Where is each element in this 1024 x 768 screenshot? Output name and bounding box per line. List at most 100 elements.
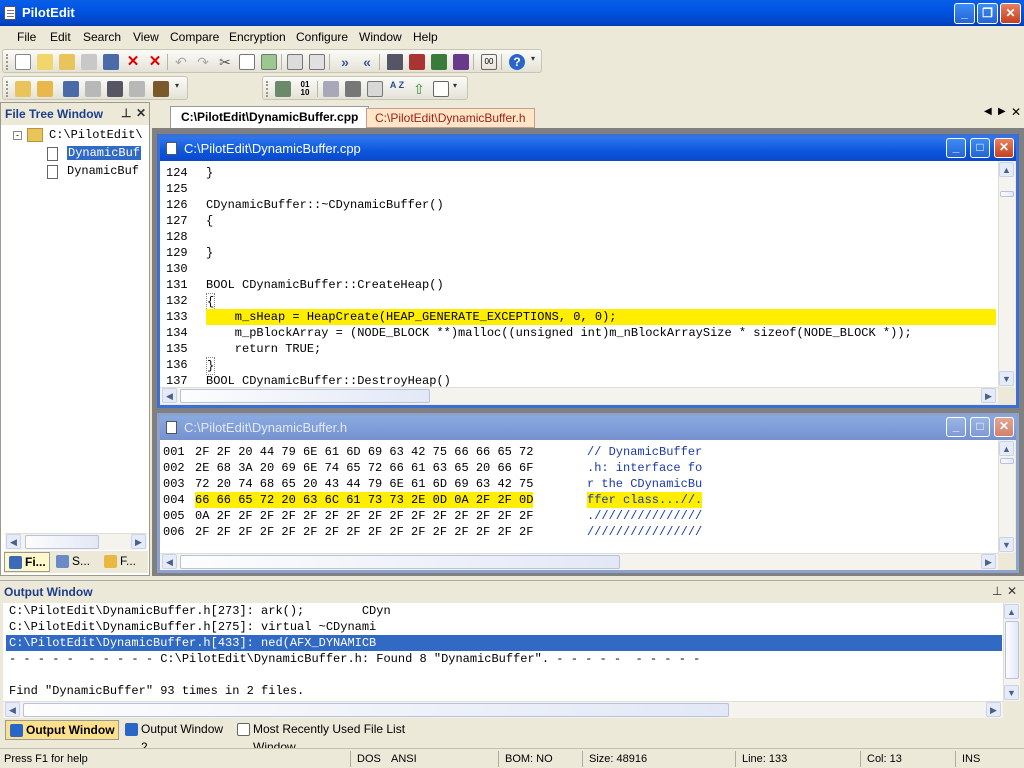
- unindent-icon[interactable]: «: [359, 54, 375, 70]
- scroll-thumb[interactable]: [23, 703, 729, 717]
- tab-prev-icon[interactable]: ◀: [984, 106, 992, 117]
- cut-icon[interactable]: ✂: [217, 54, 233, 70]
- tab-file-tree[interactable]: Fi...: [4, 552, 50, 572]
- pin-icon[interactable]: ⊥: [121, 106, 131, 120]
- toolbar-grip[interactable]: [266, 81, 269, 97]
- bookmark-icon[interactable]: [153, 81, 169, 97]
- print-icon[interactable]: [107, 81, 123, 97]
- menu-compare[interactable]: Compare: [170, 30, 219, 44]
- menu-search[interactable]: Search: [83, 30, 121, 44]
- folder-open-icon[interactable]: [15, 81, 31, 97]
- scroll-left-icon[interactable]: ◀: [162, 554, 177, 569]
- menu-configure[interactable]: Configure: [296, 30, 348, 44]
- output-list[interactable]: C:\PilotEdit\DynamicBuffer.h[273]: ark()…: [3, 603, 1003, 701]
- scroll-thumb[interactable]: [180, 389, 430, 403]
- child-minimize-button[interactable]: _: [946, 138, 966, 158]
- block-icon[interactable]: [367, 81, 383, 97]
- scroll-up-icon[interactable]: ▲: [999, 441, 1014, 456]
- tree-item[interactable]: DynamicBuf: [67, 164, 139, 178]
- scroll-down-icon[interactable]: ▼: [1004, 685, 1019, 700]
- toolbar-overflow-icon[interactable]: ▾: [175, 81, 183, 97]
- print-preview-icon[interactable]: [129, 81, 145, 97]
- merge-icon[interactable]: [431, 54, 447, 70]
- toolbar-grip[interactable]: [6, 54, 9, 70]
- undo-icon[interactable]: ↶: [173, 54, 189, 70]
- save-file-icon[interactable]: [63, 81, 79, 97]
- hex-view[interactable]: 001 2F 2F 20 44 79 6E 61 6D 69 63 42 75 6…: [160, 440, 998, 553]
- scroll-right-icon[interactable]: ▶: [131, 534, 146, 549]
- menu-window[interactable]: Window: [359, 30, 402, 44]
- child-maximize-button[interactable]: □: [970, 417, 990, 437]
- menu-edit[interactable]: Edit: [50, 30, 71, 44]
- clipboard-icon[interactable]: [309, 54, 325, 70]
- scroll-down-icon[interactable]: ▼: [999, 537, 1014, 552]
- toolbar-overflow-icon[interactable]: ▾: [531, 54, 539, 70]
- output-hscroll[interactable]: ◀ ▶: [3, 701, 1003, 718]
- scroll-thumb[interactable]: [25, 535, 99, 549]
- goto-icon[interactable]: [275, 81, 291, 97]
- settings-gear-icon[interactable]: [345, 81, 361, 97]
- window-list-icon[interactable]: [433, 81, 449, 97]
- folder-recent-icon[interactable]: [37, 81, 53, 97]
- tab-output-window-2[interactable]: Output Window 2: [121, 720, 231, 754]
- hex-vscroll[interactable]: ▲ ▼: [998, 440, 1015, 553]
- indent-icon[interactable]: »: [337, 54, 353, 70]
- hex-hscroll[interactable]: ◀ ▶: [160, 553, 998, 570]
- compare-icon[interactable]: [387, 54, 403, 70]
- tree-hscroll[interactable]: ◀ ▶: [5, 533, 147, 550]
- output-line[interactable]: Find "DynamicBuffer" 93 times in 2 files…: [9, 683, 304, 699]
- tab-close-icon[interactable]: ✕: [1011, 105, 1021, 119]
- save-disabled-icon[interactable]: [85, 81, 101, 97]
- child-minimize-button[interactable]: _: [946, 417, 966, 437]
- minimize-button[interactable]: _: [954, 3, 975, 24]
- menu-help[interactable]: Help: [413, 30, 438, 44]
- close-button[interactable]: ✕: [1000, 3, 1021, 24]
- output-line[interactable]: C:\PilotEdit\DynamicBuffer.h[275]: virtu…: [9, 619, 376, 635]
- scroll-right-icon[interactable]: ▶: [981, 554, 996, 569]
- close-file-icon[interactable]: ✕: [125, 54, 141, 70]
- open-recent-icon[interactable]: [59, 54, 75, 70]
- child-close-button[interactable]: ✕: [994, 138, 1014, 158]
- menu-encryption[interactable]: Encryption: [229, 30, 286, 44]
- menu-file[interactable]: File: [17, 30, 36, 44]
- redo-icon[interactable]: ↷: [195, 54, 211, 70]
- help-icon[interactable]: ?: [509, 54, 525, 70]
- pin-icon[interactable]: ⊥: [992, 584, 1002, 598]
- cpp-code-view[interactable]: 124} 125 126 CDynamicBuffer::~CDynamicBuf…: [160, 161, 998, 387]
- scroll-right-icon[interactable]: ▶: [986, 702, 1001, 717]
- compare-diff-icon[interactable]: [409, 54, 425, 70]
- collapse-toggle-icon[interactable]: -: [13, 131, 22, 140]
- tree-item[interactable]: DynamicBuf: [67, 146, 142, 160]
- copy-icon[interactable]: [239, 54, 255, 70]
- sync-icon[interactable]: [453, 54, 469, 70]
- tab-dynamicbuffer-h[interactable]: C:\PilotEdit\DynamicBuffer.h: [366, 108, 535, 128]
- up-arrow-icon[interactable]: ⇧: [411, 81, 427, 97]
- output-vscroll[interactable]: ▲ ▼: [1003, 603, 1020, 701]
- tab-output-window[interactable]: Output Window: [5, 720, 119, 740]
- child-close-button[interactable]: ✕: [994, 417, 1014, 437]
- close-all-icon[interactable]: ✕: [147, 54, 163, 70]
- save-icon[interactable]: [81, 54, 97, 70]
- scroll-down-icon[interactable]: ▼: [999, 371, 1014, 386]
- scroll-thumb[interactable]: [1000, 191, 1014, 197]
- number-icon[interactable]: 01 10: [297, 81, 313, 97]
- tree-root[interactable]: C:\PilotEdit\: [49, 128, 143, 142]
- column-icon[interactable]: [323, 81, 339, 97]
- scroll-thumb[interactable]: [1000, 458, 1014, 464]
- output-line-selected[interactable]: C:\PilotEdit\DynamicBuffer.h[433]: ned(A…: [6, 635, 1002, 651]
- toolbar-overflow-icon[interactable]: ▾: [453, 81, 461, 97]
- scroll-left-icon[interactable]: ◀: [162, 388, 177, 403]
- cpp-hscroll[interactable]: ◀ ▶: [160, 387, 998, 404]
- hex-mode-icon[interactable]: 00: [481, 54, 497, 70]
- scroll-up-icon[interactable]: ▲: [1004, 604, 1019, 619]
- save-all-icon[interactable]: [103, 54, 119, 70]
- paste-icon[interactable]: [261, 54, 277, 70]
- sort-icon[interactable]: A Z: [389, 81, 405, 97]
- scroll-thumb[interactable]: [180, 555, 620, 569]
- new-file-icon[interactable]: [15, 54, 31, 70]
- panel-close-icon[interactable]: ✕: [136, 106, 146, 120]
- toolbar-grip[interactable]: [6, 81, 9, 97]
- tab-mru-file-list[interactable]: Most Recently Used File List Window: [233, 720, 433, 754]
- menu-view[interactable]: View: [133, 30, 159, 44]
- tab-dynamicbuffer-cpp[interactable]: C:\PilotEdit\DynamicBuffer.cpp: [170, 106, 370, 128]
